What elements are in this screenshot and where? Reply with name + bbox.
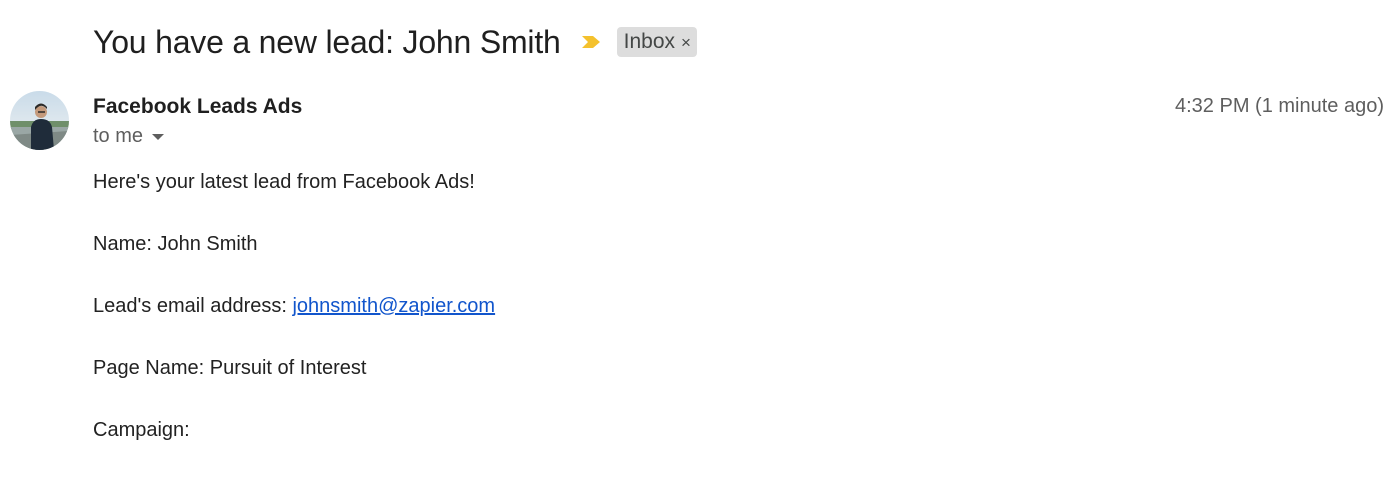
- important-marker-icon[interactable]: [581, 34, 603, 50]
- remove-label-icon[interactable]: ×: [681, 34, 691, 51]
- body-lead-name: Name: John Smith: [93, 233, 258, 255]
- sender-block: Facebook Leads Ads to me: [93, 94, 302, 148]
- email-timestamp: 4:32 PM (1 minute ago): [1175, 95, 1384, 117]
- body-intro: Here's your latest lead from Facebook Ad…: [93, 171, 475, 193]
- body-campaign: Campaign:: [93, 419, 190, 441]
- lead-email-link[interactable]: johnsmith@zapier.com: [292, 295, 495, 317]
- body-page-name: Page Name: Pursuit of Interest: [93, 357, 367, 379]
- importance-arrow-icon: [581, 36, 600, 48]
- label-chip-text: Inbox: [623, 30, 675, 53]
- recipient-details-toggle[interactable]: to me: [93, 124, 302, 148]
- sender-avatar-image: [10, 91, 69, 150]
- avatar[interactable]: [10, 91, 69, 150]
- sender-name[interactable]: Facebook Leads Ads: [93, 94, 302, 120]
- recipient-text: to me: [93, 125, 144, 147]
- inbox-label-chip[interactable]: Inbox ×: [616, 27, 697, 57]
- subject-row: You have a new lead: John Smith Inbox ×: [93, 18, 697, 66]
- lead-email-label: Lead's email address:: [93, 295, 293, 317]
- caret-down-icon[interactable]: [152, 134, 165, 140]
- email-body: Here's your latest lead from Facebook Ad…: [93, 169, 495, 479]
- email-subject: You have a new lead: John Smith: [93, 23, 561, 60]
- body-lead-email: Lead's email address: johnsmith@zapier.c…: [93, 293, 495, 355]
